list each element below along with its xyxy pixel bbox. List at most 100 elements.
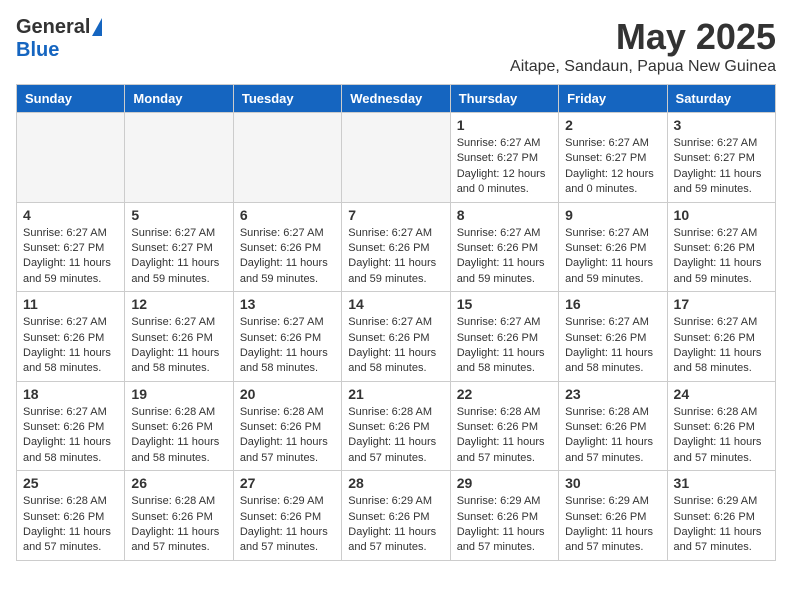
- day-info: Sunrise: 6:27 AMSunset: 6:26 PMDaylight:…: [457, 315, 552, 377]
- calendar-cell: 20Sunrise: 6:28 AMSunset: 6:26 PMDayligh…: [233, 381, 341, 471]
- calendar-cell: 7 Sunrise: 6:27 AMSunset: 6:26 PMDaylight…: [342, 202, 450, 292]
- day-number: 23: [565, 386, 660, 402]
- day-number: 19: [131, 386, 226, 402]
- day-info: Sunrise: 6:28 AMSunset: 6:26 PMDaylight:…: [131, 405, 226, 467]
- day-info: Sunrise: 6:27 AMSunset: 6:26 PMDaylight:…: [240, 226, 335, 288]
- day-number: 25: [23, 475, 118, 491]
- day-info: Sunrise: 6:29 AMSunset: 6:26 PMDaylight:…: [348, 494, 443, 556]
- day-info: Sunrise: 6:28 AMSunset: 6:26 PMDaylight:…: [240, 405, 335, 467]
- page-header: General Blue May 2025 Aitape, Sandaun, P…: [16, 16, 776, 76]
- calendar-cell: 23Sunrise: 6:28 AMSunset: 6:26 PMDayligh…: [559, 381, 667, 471]
- day-number: 28: [348, 475, 443, 491]
- calendar-cell: 12 Sunrise: 6:27 AMSunset: 6:26 PMDayligh…: [125, 292, 233, 382]
- day-number: 15: [457, 296, 552, 312]
- day-number: 9: [565, 207, 660, 223]
- day-info: Sunrise: 6:27 AMSunset: 6:27 PMDaylight:…: [674, 136, 769, 198]
- weekday-header-sunday: Sunday: [17, 85, 125, 113]
- weekday-header-thursday: Thursday: [450, 85, 558, 113]
- day-number: 10: [674, 207, 769, 223]
- day-info: Sunrise: 6:28 AMSunset: 6:26 PMDaylight:…: [674, 405, 769, 467]
- calendar-cell: 28 Sunrise: 6:29 AMSunset: 6:26 PMDayligh…: [342, 471, 450, 561]
- day-number: 4: [23, 207, 118, 223]
- calendar-cell: 13Sunrise: 6:27 AMSunset: 6:26 PMDayligh…: [233, 292, 341, 382]
- day-info: Sunrise: 6:28 AMSunset: 6:26 PMDaylight:…: [23, 494, 118, 556]
- day-info: Sunrise: 6:27 AMSunset: 6:26 PMDaylight:…: [23, 315, 118, 377]
- day-info: Sunrise: 6:27 AMSunset: 6:26 PMDaylight:…: [674, 226, 769, 288]
- day-number: 27: [240, 475, 335, 491]
- calendar-cell: 6 Sunrise: 6:27 AMSunset: 6:26 PMDaylight…: [233, 202, 341, 292]
- calendar-cell: [125, 113, 233, 203]
- day-number: 14: [348, 296, 443, 312]
- day-info: Sunrise: 6:27 AMSunset: 6:26 PMDaylight:…: [131, 315, 226, 377]
- day-info: Sunrise: 6:28 AMSunset: 6:26 PMDaylight:…: [348, 405, 443, 467]
- day-info: Sunrise: 6:29 AMSunset: 6:26 PMDaylight:…: [674, 494, 769, 556]
- day-number: 24: [674, 386, 769, 402]
- day-number: 26: [131, 475, 226, 491]
- calendar-cell: 4 Sunrise: 6:27 AMSunset: 6:27 PMDaylight…: [17, 202, 125, 292]
- day-number: 12: [131, 296, 226, 312]
- day-info: Sunrise: 6:27 AMSunset: 6:27 PMDaylight:…: [23, 226, 118, 288]
- day-number: 6: [240, 207, 335, 223]
- logo: General Blue: [16, 16, 102, 62]
- calendar-cell: [342, 113, 450, 203]
- calendar-cell: 19 Sunrise: 6:28 AMSunset: 6:26 PMDayligh…: [125, 381, 233, 471]
- day-info: Sunrise: 6:28 AMSunset: 6:26 PMDaylight:…: [457, 405, 552, 467]
- calendar-cell: 17 Sunrise: 6:27 AMSunset: 6:26 PMDayligh…: [667, 292, 775, 382]
- calendar-cell: 2 Sunrise: 6:27 AMSunset: 6:27 PMDaylight…: [559, 113, 667, 203]
- calendar-table: SundayMondayTuesdayWednesdayThursdayFrid…: [16, 84, 776, 561]
- title-section: May 2025 Aitape, Sandaun, Papua New Guin…: [510, 16, 776, 76]
- day-info: Sunrise: 6:27 AMSunset: 6:26 PMDaylight:…: [348, 226, 443, 288]
- day-number: 8: [457, 207, 552, 223]
- calendar-cell: 11Sunrise: 6:27 AMSunset: 6:26 PMDayligh…: [17, 292, 125, 382]
- day-info: Sunrise: 6:27 AMSunset: 6:26 PMDaylight:…: [565, 315, 660, 377]
- logo-blue: Blue: [16, 39, 59, 62]
- calendar-cell: 9Sunrise: 6:27 AMSunset: 6:26 PMDaylight…: [559, 202, 667, 292]
- day-number: 3: [674, 117, 769, 133]
- day-info: Sunrise: 6:28 AMSunset: 6:26 PMDaylight:…: [131, 494, 226, 556]
- calendar-cell: 1 Sunrise: 6:27 AMSunset: 6:27 PMDaylight…: [450, 113, 558, 203]
- day-number: 2: [565, 117, 660, 133]
- day-info: Sunrise: 6:29 AMSunset: 6:26 PMDaylight:…: [240, 494, 335, 556]
- logo-triangle-icon: [92, 18, 102, 36]
- weekday-header-friday: Friday: [559, 85, 667, 113]
- calendar-cell: 22 Sunrise: 6:28 AMSunset: 6:26 PMDayligh…: [450, 381, 558, 471]
- calendar-cell: 24 Sunrise: 6:28 AMSunset: 6:26 PMDayligh…: [667, 381, 775, 471]
- weekday-header-wednesday: Wednesday: [342, 85, 450, 113]
- calendar-week-1: 1 Sunrise: 6:27 AMSunset: 6:27 PMDaylight…: [17, 113, 776, 203]
- calendar-cell: 27 Sunrise: 6:29 AMSunset: 6:26 PMDayligh…: [233, 471, 341, 561]
- calendar-header-row: SundayMondayTuesdayWednesdayThursdayFrid…: [17, 85, 776, 113]
- calendar-cell: 5 Sunrise: 6:27 AMSunset: 6:27 PMDaylight…: [125, 202, 233, 292]
- day-info: Sunrise: 6:27 AMSunset: 6:27 PMDaylight:…: [565, 136, 660, 198]
- calendar-week-5: 25 Sunrise: 6:28 AMSunset: 6:26 PMDayligh…: [17, 471, 776, 561]
- day-number: 17: [674, 296, 769, 312]
- day-info: Sunrise: 6:27 AMSunset: 6:27 PMDaylight:…: [457, 136, 552, 198]
- day-info: Sunrise: 6:27 AMSunset: 6:27 PMDaylight:…: [131, 226, 226, 288]
- logo-general: General: [16, 16, 90, 39]
- calendar-cell: 3 Sunrise: 6:27 AMSunset: 6:27 PMDaylight…: [667, 113, 775, 203]
- day-number: 5: [131, 207, 226, 223]
- day-number: 22: [457, 386, 552, 402]
- calendar-cell: [233, 113, 341, 203]
- day-number: 18: [23, 386, 118, 402]
- day-info: Sunrise: 6:27 AMSunset: 6:26 PMDaylight:…: [348, 315, 443, 377]
- day-number: 13: [240, 296, 335, 312]
- day-info: Sunrise: 6:27 AMSunset: 6:26 PMDaylight:…: [23, 405, 118, 467]
- day-info: Sunrise: 6:29 AMSunset: 6:26 PMDaylight:…: [565, 494, 660, 556]
- month-title: May 2025: [510, 16, 776, 58]
- day-number: 16: [565, 296, 660, 312]
- calendar-cell: 8 Sunrise: 6:27 AMSunset: 6:26 PMDaylight…: [450, 202, 558, 292]
- day-info: Sunrise: 6:27 AMSunset: 6:26 PMDaylight:…: [457, 226, 552, 288]
- calendar-cell: 10 Sunrise: 6:27 AMSunset: 6:26 PMDayligh…: [667, 202, 775, 292]
- calendar-cell: 25 Sunrise: 6:28 AMSunset: 6:26 PMDayligh…: [17, 471, 125, 561]
- calendar-cell: 30Sunrise: 6:29 AMSunset: 6:26 PMDayligh…: [559, 471, 667, 561]
- day-number: 21: [348, 386, 443, 402]
- calendar-cell: 21 Sunrise: 6:28 AMSunset: 6:26 PMDayligh…: [342, 381, 450, 471]
- weekday-header-saturday: Saturday: [667, 85, 775, 113]
- calendar-week-4: 18 Sunrise: 6:27 AMSunset: 6:26 PMDayligh…: [17, 381, 776, 471]
- day-info: Sunrise: 6:29 AMSunset: 6:26 PMDaylight:…: [457, 494, 552, 556]
- calendar-cell: 18 Sunrise: 6:27 AMSunset: 6:26 PMDayligh…: [17, 381, 125, 471]
- day-number: 7: [348, 207, 443, 223]
- day-info: Sunrise: 6:27 AMSunset: 6:26 PMDaylight:…: [674, 315, 769, 377]
- day-number: 1: [457, 117, 552, 133]
- calendar-cell: 16 Sunrise: 6:27 AMSunset: 6:26 PMDayligh…: [559, 292, 667, 382]
